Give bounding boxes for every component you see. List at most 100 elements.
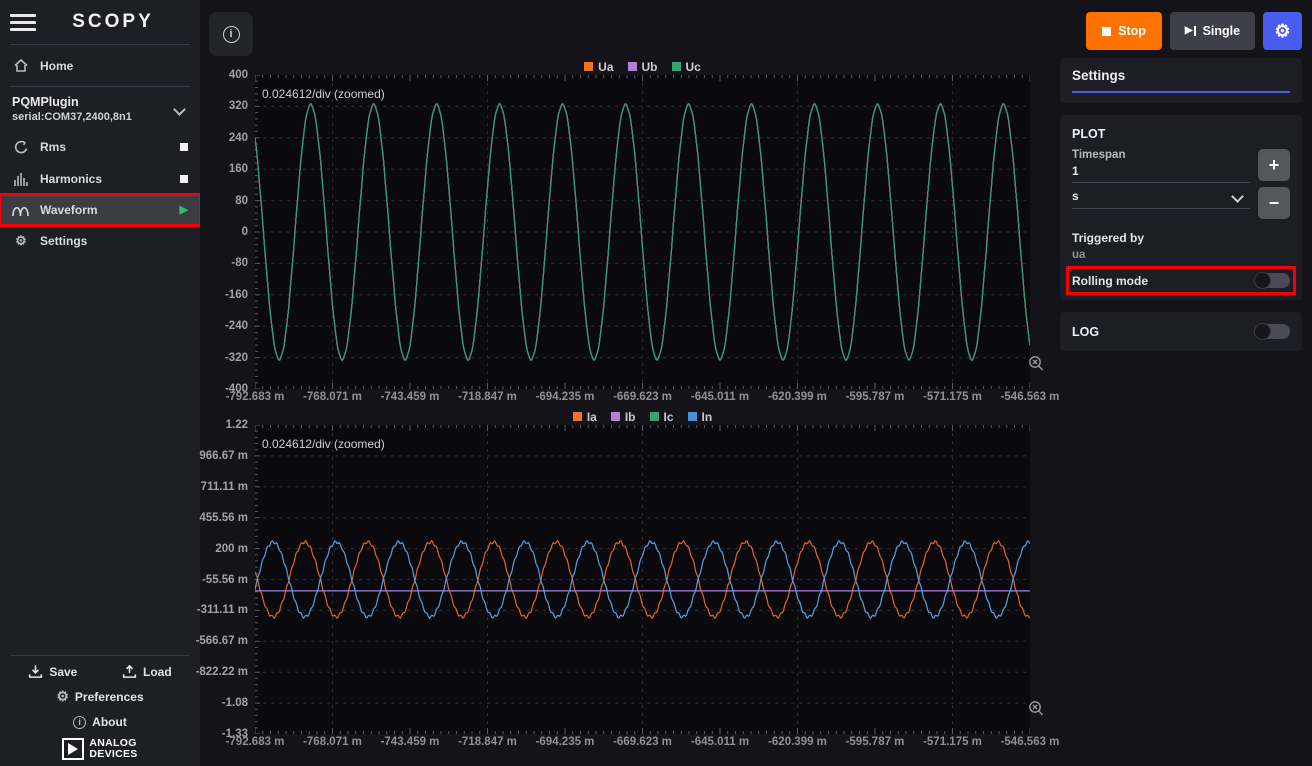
voltage-x-axis: -792.683 m-768.071 m-743.459 m-718.847 m… bbox=[255, 389, 1030, 406]
tool-stop-icon[interactable] bbox=[180, 143, 188, 151]
gear-icon: ⚙ bbox=[12, 233, 30, 249]
current-plot-canvas[interactable] bbox=[255, 425, 1030, 734]
settings-panel: Settings bbox=[1060, 58, 1302, 103]
log-settings-card: LOG bbox=[1060, 312, 1302, 351]
x-tick-label: -669.623 m bbox=[613, 736, 672, 748]
timespan-increment-button[interactable]: + bbox=[1258, 149, 1290, 181]
sidebar-item-waveform[interactable]: Waveform ▶ bbox=[0, 195, 200, 225]
x-tick-label: -792.683 m bbox=[226, 736, 285, 748]
x-tick-label: -595.787 m bbox=[846, 736, 905, 748]
chevron-down-icon bbox=[1231, 190, 1244, 203]
sidebar-header: SCOPY bbox=[0, 0, 200, 44]
x-tick-label: -768.071 m bbox=[303, 391, 362, 403]
voltage-y-axis: 400320240160800-80-160-240-320-400 bbox=[209, 75, 255, 389]
y-tick-label: 1.22 bbox=[226, 419, 248, 431]
sidebar-item-home[interactable]: Home bbox=[0, 45, 200, 86]
chevron-down-icon[interactable] bbox=[173, 103, 186, 116]
log-toggle[interactable] bbox=[1254, 324, 1290, 339]
plot-settings-button[interactable]: ⚙ bbox=[1263, 12, 1302, 50]
timespan-decrement-button[interactable]: − bbox=[1258, 187, 1290, 219]
timespan-unit-select[interactable]: s bbox=[1072, 183, 1250, 209]
menu-icon[interactable] bbox=[10, 10, 36, 35]
legend-key-icon bbox=[584, 62, 593, 71]
sidebar-item-settings[interactable]: ⚙ Settings bbox=[0, 225, 200, 257]
sidebar-item-label: Rms bbox=[40, 140, 170, 154]
y-tick-label: 240 bbox=[229, 132, 248, 144]
y-tick-label: 711.11 m bbox=[201, 481, 248, 493]
zoom-reset-icon[interactable] bbox=[1026, 354, 1046, 379]
sidebar-item-rms[interactable]: Rms bbox=[0, 131, 200, 163]
plugin-serial: serial:COM37,2400,8n1 bbox=[12, 111, 175, 123]
log-section-title: LOG bbox=[1072, 325, 1254, 339]
x-tick-label: -546.563 m bbox=[1001, 391, 1060, 403]
x-tick-label: -669.623 m bbox=[613, 391, 672, 403]
sidebar-item-label: Settings bbox=[40, 234, 87, 248]
about-button[interactable]: i About bbox=[73, 715, 127, 729]
home-icon bbox=[12, 58, 30, 73]
info-button[interactable]: i bbox=[209, 12, 253, 56]
sidebar-item-harmonics[interactable]: Harmonics bbox=[0, 163, 200, 195]
load-button[interactable]: Load bbox=[122, 664, 172, 679]
y-tick-label: -566.67 m bbox=[196, 635, 248, 647]
voltage-plot-canvas[interactable] bbox=[255, 75, 1030, 389]
plot-settings-card: PLOT Timespan 1 s + − Trigg bbox=[1060, 115, 1302, 300]
single-button[interactable]: ▶ Single bbox=[1170, 12, 1255, 50]
x-tick-label: -571.175 m bbox=[923, 391, 982, 403]
x-tick-label: -595.787 m bbox=[846, 391, 905, 403]
div-scale-label: 0.024612/div (zoomed) bbox=[262, 87, 385, 101]
y-tick-label: 320 bbox=[229, 100, 248, 112]
legend-key-icon bbox=[672, 62, 681, 71]
timespan-input[interactable]: 1 bbox=[1072, 161, 1250, 183]
settings-column: Stop ▶ Single ⚙ Settings PLOT Timespan bbox=[1060, 0, 1312, 766]
legend-key-icon bbox=[611, 412, 620, 421]
app-window: SCOPY Home PQMPlugin serial:COM37,2400,8… bbox=[0, 0, 1312, 766]
analog-devices-logo: ANALOGDEVICES bbox=[0, 734, 200, 766]
x-tick-label: -792.683 m bbox=[226, 391, 285, 403]
waveform-icon bbox=[12, 203, 30, 217]
voltage-legend: UaUbUc bbox=[255, 58, 1030, 75]
x-tick-label: -694.235 m bbox=[536, 736, 595, 748]
x-tick-label: -571.175 m bbox=[923, 736, 982, 748]
sidebar-plugin-header[interactable]: PQMPlugin serial:COM37,2400,8n1 bbox=[0, 87, 200, 131]
analog-devices-icon bbox=[62, 738, 84, 760]
plot-area: i UaUbUc 400320240160800-80-160-240-320-… bbox=[200, 0, 1060, 766]
save-button[interactable]: Save bbox=[28, 664, 77, 679]
plugin-name: PQMPlugin bbox=[12, 95, 175, 109]
harmonics-icon bbox=[12, 171, 30, 187]
x-tick-label: -546.563 m bbox=[1001, 736, 1060, 748]
legend-key-icon bbox=[650, 412, 659, 421]
triggered-by-value: ua bbox=[1072, 249, 1290, 261]
x-tick-label: -718.847 m bbox=[458, 391, 517, 403]
stop-button[interactable]: Stop bbox=[1086, 12, 1162, 50]
y-tick-label: 0 bbox=[242, 226, 248, 238]
info-icon: i bbox=[223, 26, 240, 43]
x-tick-label: -743.459 m bbox=[381, 736, 440, 748]
triggered-by-label: Triggered by bbox=[1072, 231, 1290, 245]
y-tick-label: 160 bbox=[229, 163, 248, 175]
tool-play-icon[interactable]: ▶ bbox=[180, 205, 188, 216]
legend-key-icon bbox=[688, 412, 697, 421]
current-legend: IaIbIcIn bbox=[255, 408, 1030, 425]
current-chart: IaIbIcIn 1.22966.67 m711.11 m455.56 m200… bbox=[209, 408, 1060, 751]
app-logo: SCOPY bbox=[36, 11, 190, 33]
y-tick-label: 80 bbox=[235, 195, 248, 207]
rolling-mode-label: Rolling mode bbox=[1072, 274, 1254, 288]
legend-key-icon bbox=[573, 412, 582, 421]
tool-stop-icon[interactable] bbox=[180, 175, 188, 183]
y-tick-label: 966.67 m bbox=[199, 450, 248, 462]
y-tick-label: 400 bbox=[229, 69, 248, 81]
legend-item: Ib bbox=[611, 410, 636, 424]
legend-key-icon bbox=[628, 62, 637, 71]
gear-icon: ⚙ bbox=[1274, 21, 1290, 42]
sidebar-item-label: Home bbox=[40, 59, 73, 73]
x-tick-label: -645.011 m bbox=[691, 391, 749, 403]
preferences-button[interactable]: ⚙ Preferences bbox=[56, 688, 143, 705]
y-tick-label: -311.11 m bbox=[197, 604, 248, 616]
rolling-mode-toggle[interactable] bbox=[1254, 273, 1290, 288]
single-icon: ▶ bbox=[1185, 26, 1196, 36]
save-icon bbox=[28, 664, 43, 679]
sidebar: SCOPY Home PQMPlugin serial:COM37,2400,8… bbox=[0, 0, 200, 766]
legend-item: In bbox=[688, 410, 713, 424]
legend-item: Uc bbox=[672, 60, 701, 74]
zoom-reset-icon[interactable] bbox=[1026, 699, 1046, 724]
